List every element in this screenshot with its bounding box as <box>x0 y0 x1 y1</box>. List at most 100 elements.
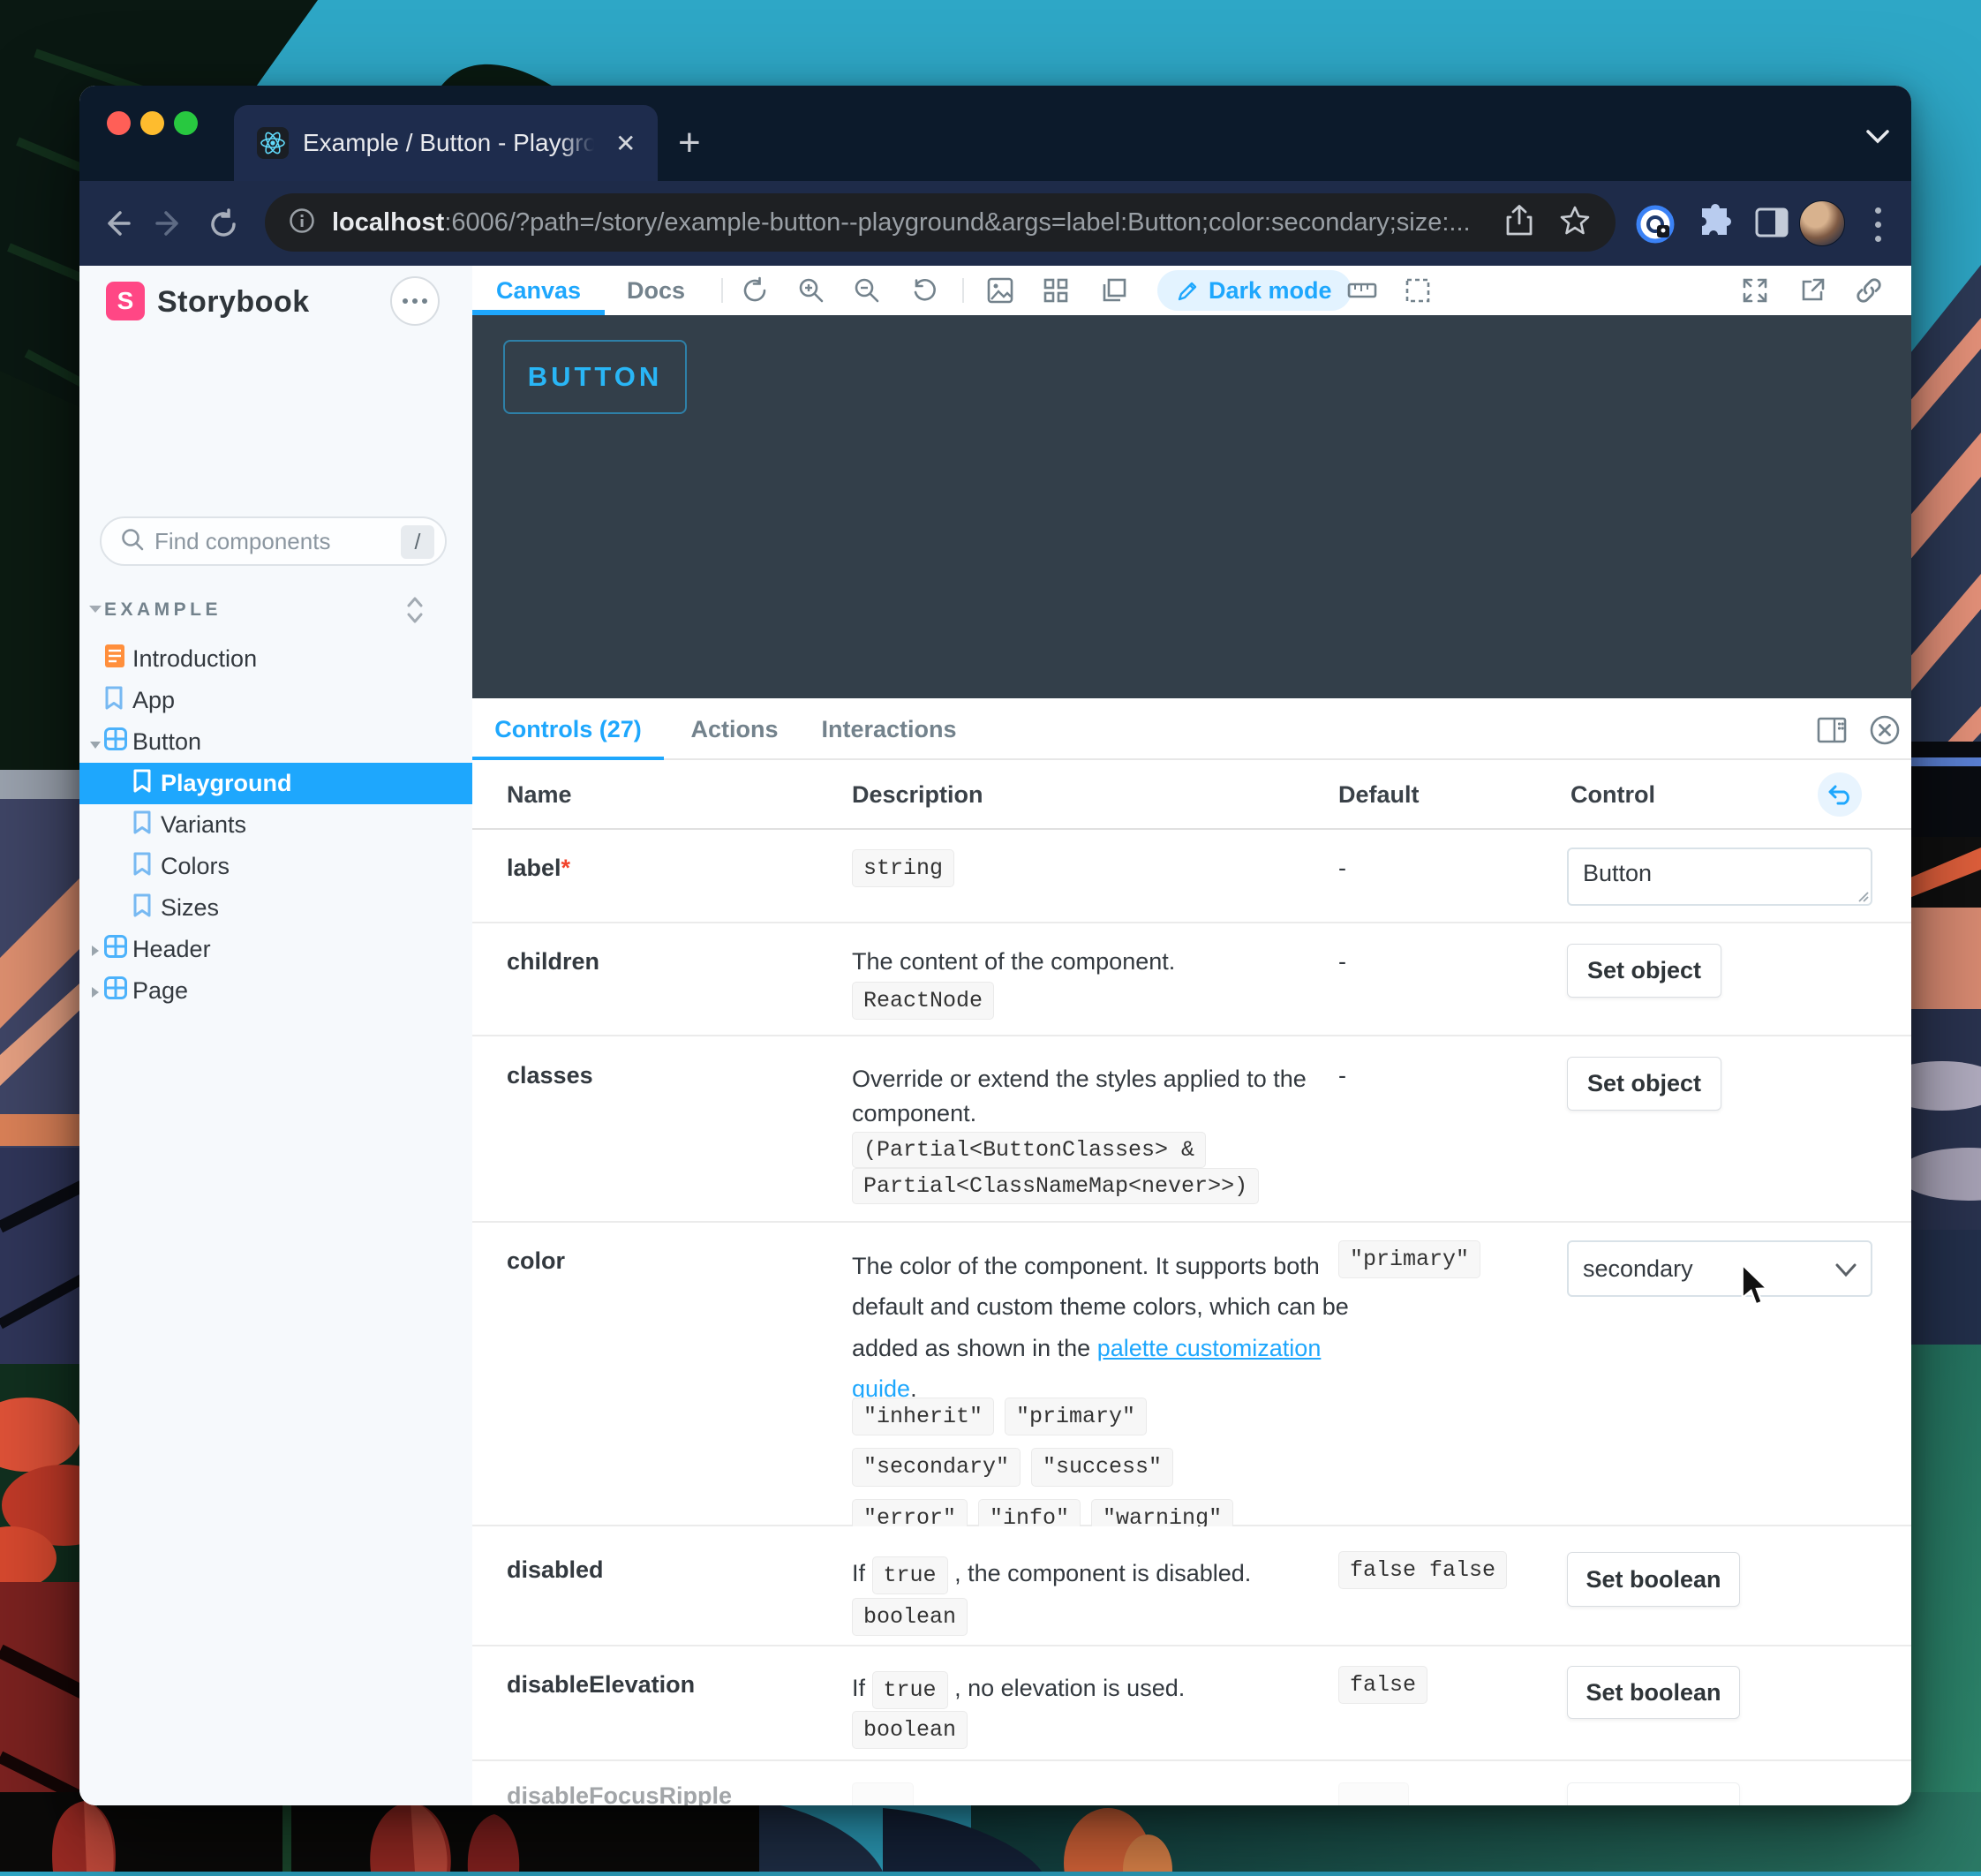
table-row-color: color The color of the component. It sup… <box>472 1223 1911 1526</box>
panel-position-icon[interactable] <box>1812 711 1851 750</box>
browser-tab[interactable]: Example / Button - Playground ✕ <box>234 105 658 181</box>
tab-docs[interactable]: Docs <box>614 266 698 315</box>
table-row-children: children The content of the component. R… <box>472 923 1911 1036</box>
bookmark-icon <box>132 852 152 882</box>
collapse-expand-all-icon[interactable] <box>404 594 426 630</box>
section-collapse-caret-icon[interactable] <box>88 603 102 619</box>
sidebar-item-app[interactable]: App <box>79 680 472 721</box>
table-row-disabled: disabled If true , the component is disa… <box>472 1526 1911 1646</box>
copy-link-icon[interactable] <box>1849 271 1888 310</box>
column-default: Default <box>1338 781 1420 809</box>
bookmark-icon <box>132 769 152 799</box>
resize-handle-icon[interactable] <box>1857 890 1869 907</box>
back-button[interactable] <box>101 207 132 244</box>
arg-description: The content of the component. <box>852 948 1175 976</box>
new-tab-button[interactable]: + <box>678 127 701 159</box>
set-object-button[interactable]: Set object <box>1567 1057 1721 1111</box>
sidebar-item-button[interactable]: Button <box>79 721 472 763</box>
table-row-disableElevation: disableElevation If true , no elevation … <box>472 1646 1911 1761</box>
sidebar-item-header[interactable]: Header <box>79 929 472 970</box>
remount-refresh-icon[interactable] <box>735 271 774 310</box>
sidebar-menu-button[interactable] <box>390 276 440 326</box>
address-bar[interactable]: localhost:6006/?path=/story/example-butt… <box>265 193 1616 252</box>
sidebar-section-example[interactable]: EXAMPLE <box>79 594 472 629</box>
sidebar-item-colors[interactable]: Colors <box>79 846 472 887</box>
column-control: Control <box>1570 781 1655 809</box>
column-description: Description <box>852 781 983 809</box>
arg-name: disabled <box>507 1556 604 1584</box>
default-value: - <box>1338 948 1346 976</box>
viewport-stack-icon[interactable] <box>1095 271 1134 310</box>
default-value: - <box>1338 855 1346 882</box>
side-panel-icon[interactable] <box>1753 204 1790 245</box>
sidebar-item-playground[interactable]: Playground <box>79 763 472 804</box>
table-row-classes: classes Override or extend the styles ap… <box>472 1036 1911 1223</box>
sidebar-item-introduction[interactable]: Introduction <box>79 638 472 680</box>
zoom-out-icon[interactable] <box>847 271 886 310</box>
mouse-cursor <box>1739 1263 1774 1314</box>
preview-button[interactable]: BUTTON <box>503 340 687 414</box>
sidebar-item-page[interactable]: Page <box>79 970 472 1012</box>
table-row-label: label* string - Button <box>472 830 1911 923</box>
tab-actions[interactable]: Actions <box>682 698 787 760</box>
bookmark-star-icon[interactable] <box>1559 205 1591 241</box>
label-text-input[interactable]: Button <box>1567 848 1872 906</box>
dark-mode-button[interactable]: Dark mode <box>1157 270 1352 311</box>
storybook-sidebar: S Storybook / EXAMPLE <box>79 266 472 1805</box>
sidebar-item-variants[interactable]: Variants <box>79 804 472 846</box>
background-image-icon[interactable] <box>981 271 1020 310</box>
tab-interactions[interactable]: Interactions <box>814 698 964 760</box>
expanded-caret-icon[interactable] <box>87 728 104 756</box>
fullscreen-icon[interactable] <box>1736 271 1774 310</box>
default-badge: false <box>1338 1666 1427 1704</box>
type-badge: boolean <box>852 1598 968 1636</box>
password-manager-extension-icon[interactable] <box>1635 204 1676 249</box>
document-icon <box>104 644 125 674</box>
close-panel-icon[interactable] <box>1865 711 1904 750</box>
set-boolean-button[interactable]: Set boolean <box>1567 1666 1740 1719</box>
inline-true-badge: true <box>872 1556 948 1594</box>
reset-controls-button[interactable] <box>1818 772 1862 817</box>
arg-name: color <box>507 1247 565 1275</box>
zoom-in-icon[interactable] <box>792 271 831 310</box>
bookmark-icon <box>132 810 152 840</box>
set-boolean-button[interactable]: Set boolean <box>1567 1552 1740 1607</box>
browser-menu-icon[interactable] <box>1875 207 1882 242</box>
forward-button[interactable] <box>154 207 185 244</box>
extensions-puzzle-icon[interactable] <box>1697 204 1734 245</box>
default-badge: false false <box>1338 1551 1507 1589</box>
tab-close-icon[interactable]: ✕ <box>615 129 636 158</box>
set-object-button[interactable]: Set object <box>1567 944 1721 998</box>
reload-button[interactable] <box>207 207 240 245</box>
tab-controls[interactable]: Controls (27) <box>472 698 664 760</box>
type-badge: (Partial<ButtonClasses> & Partial<ClassN… <box>852 1132 1259 1204</box>
open-new-tab-icon[interactable] <box>1793 271 1832 310</box>
reset-zoom-icon[interactable] <box>906 271 945 310</box>
tab-search-chevron-icon[interactable] <box>1864 128 1891 150</box>
share-icon[interactable] <box>1504 204 1534 242</box>
chevron-down-icon <box>1834 1258 1858 1285</box>
color-select[interactable]: secondary <box>1567 1240 1872 1297</box>
search-box[interactable]: / <box>100 516 447 566</box>
react-favicon-icon <box>257 127 289 159</box>
type-badge: ReactNode <box>852 982 994 1020</box>
storybook-brand[interactable]: Storybook <box>157 285 310 320</box>
minimize-window-button[interactable] <box>140 111 164 135</box>
profile-avatar[interactable] <box>1799 200 1845 246</box>
required-asterisk: * <box>561 855 571 881</box>
outline-icon[interactable] <box>1398 271 1437 310</box>
close-window-button[interactable] <box>107 111 131 135</box>
collapsed-caret-icon[interactable] <box>87 936 104 963</box>
bookmark-icon <box>132 893 152 923</box>
default-value: - <box>1338 1062 1346 1089</box>
story-preview-canvas: BUTTON <box>472 315 1911 698</box>
measure-ruler-icon[interactable] <box>1343 271 1382 310</box>
collapsed-caret-icon[interactable] <box>87 977 104 1005</box>
bookmark-icon <box>104 686 124 716</box>
grid-icon[interactable] <box>1036 271 1075 310</box>
site-info-icon[interactable] <box>288 207 316 239</box>
zoom-window-button[interactable] <box>174 111 198 135</box>
search-input[interactable] <box>154 528 375 555</box>
sidebar-item-sizes[interactable]: Sizes <box>79 887 472 929</box>
tab-canvas[interactable]: Canvas <box>472 266 605 315</box>
